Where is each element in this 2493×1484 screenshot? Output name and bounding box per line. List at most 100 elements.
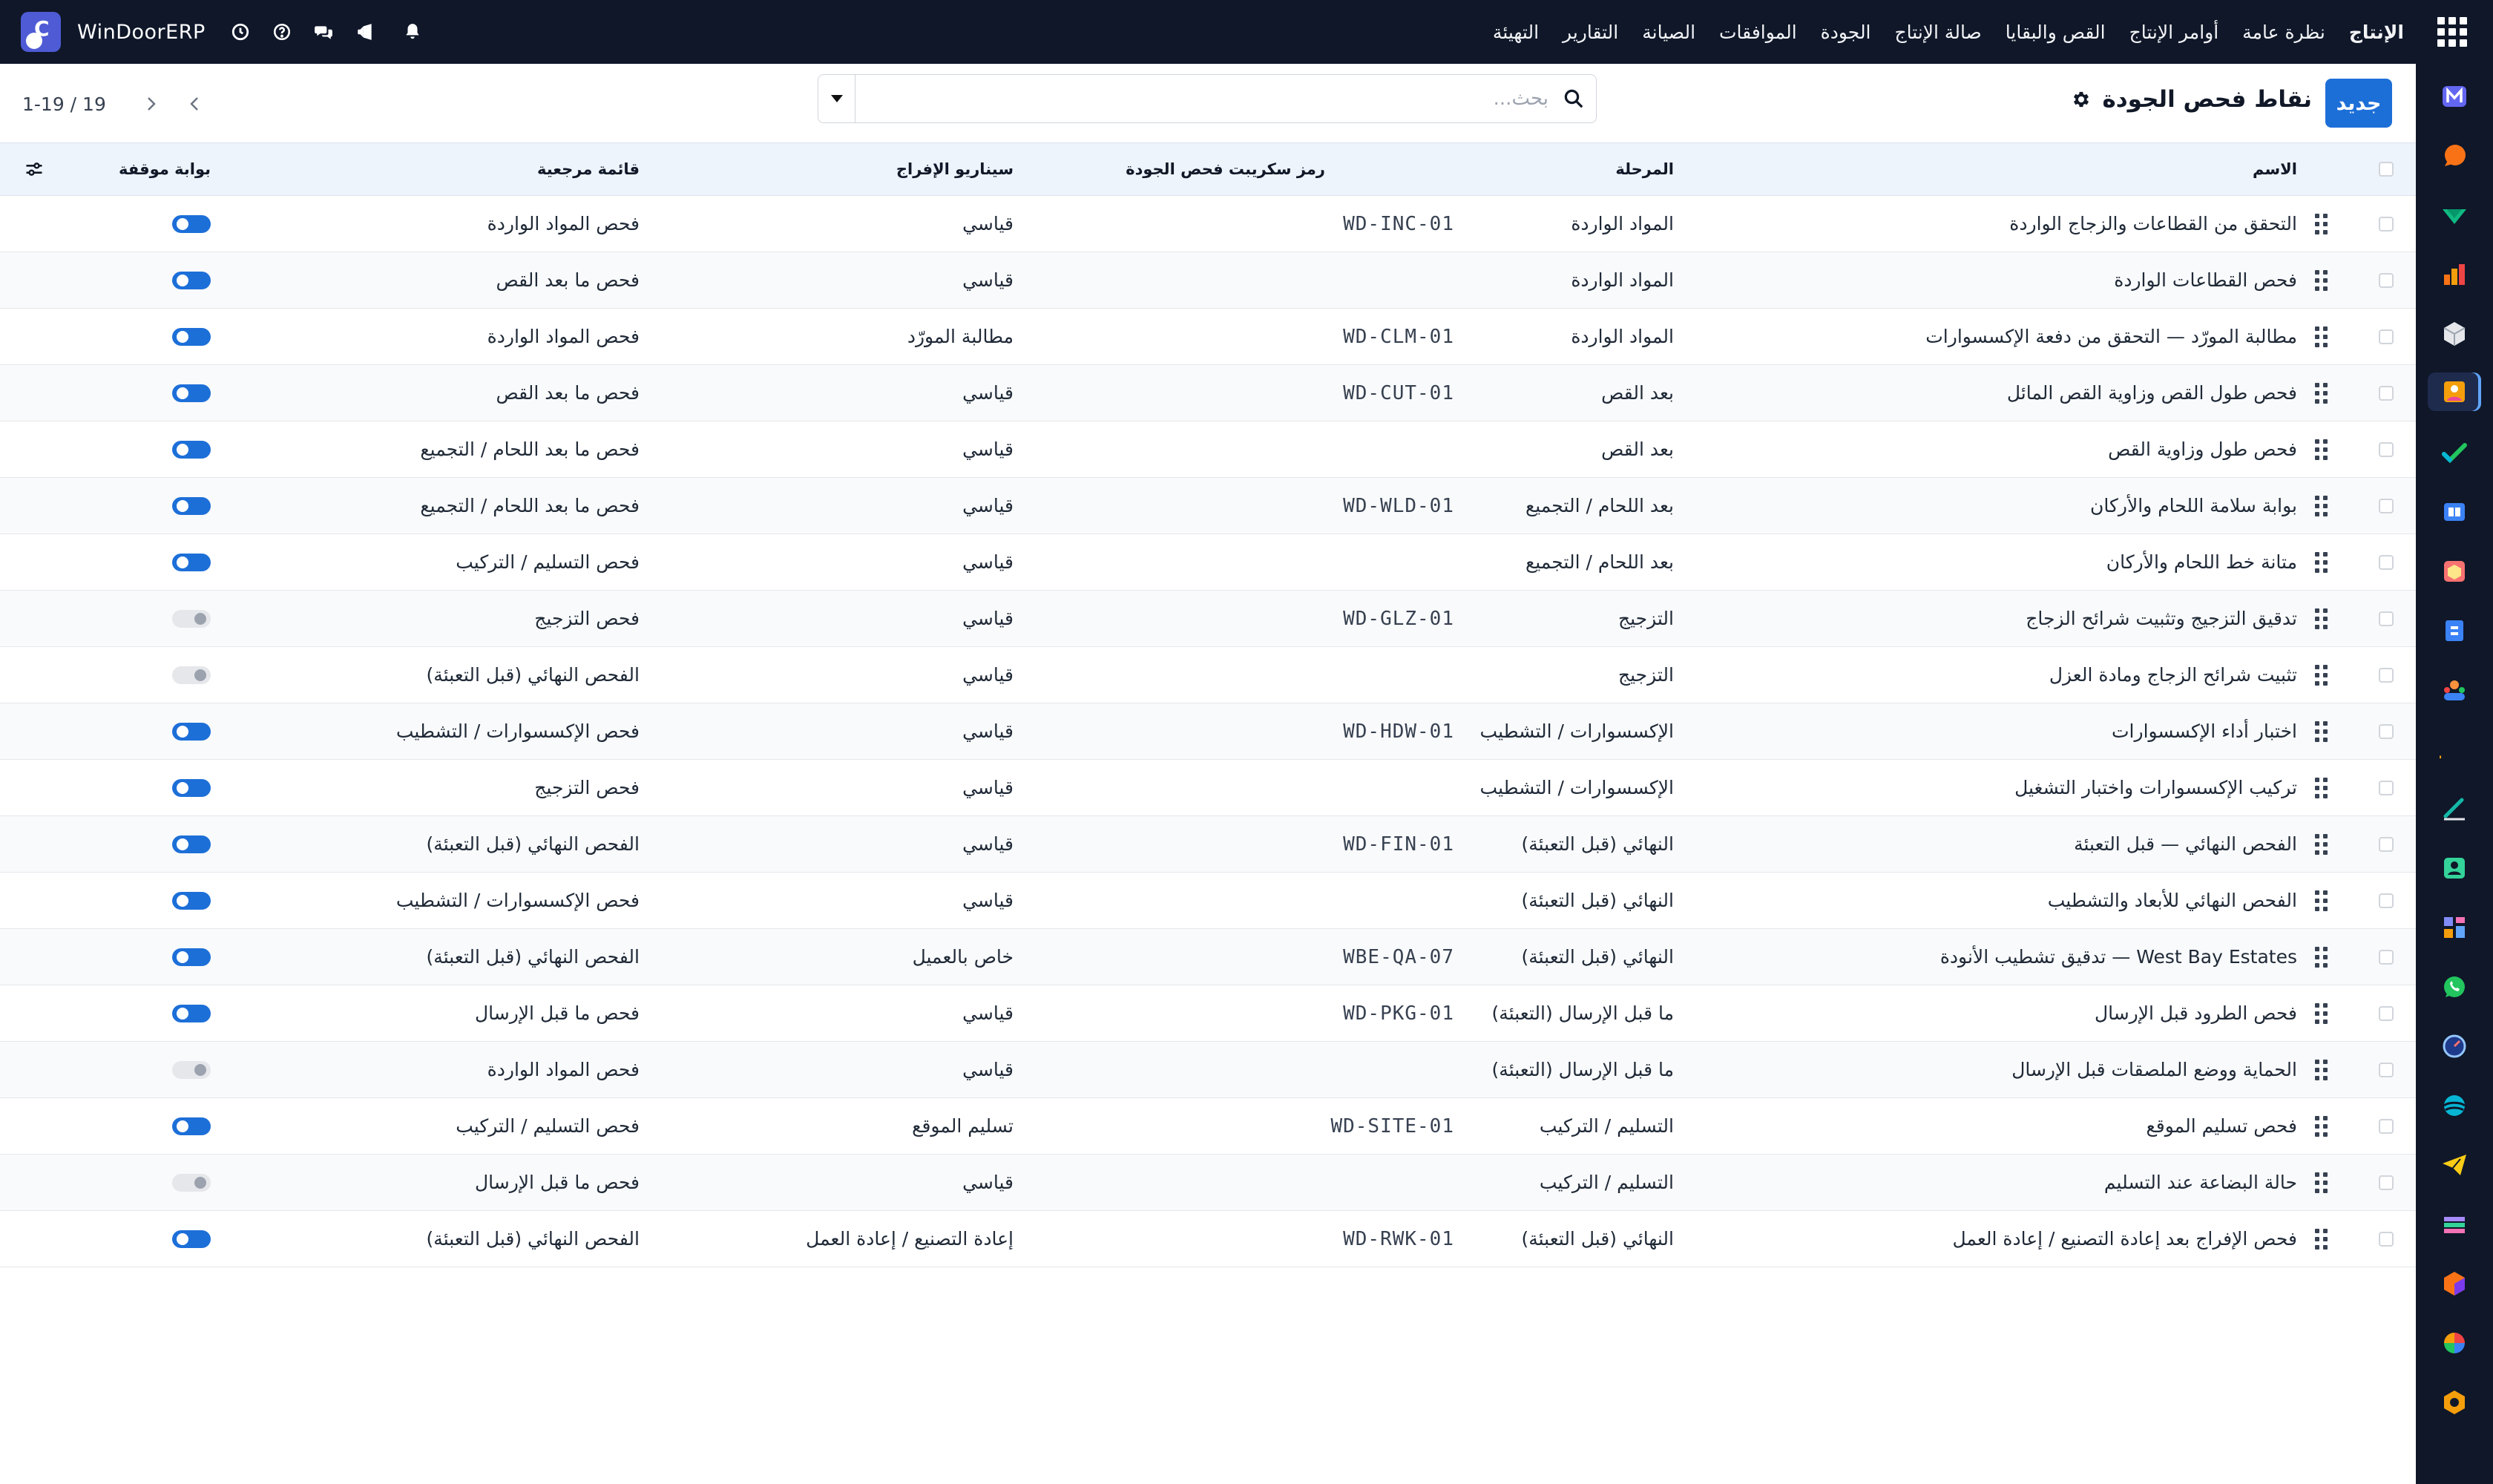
table-row[interactable]: تثبيت شرائح الزجاج ومادة العزل التزجيج ق… (0, 647, 2416, 703)
knowledge-app-icon[interactable] (2435, 493, 2474, 531)
announcement-icon[interactable] (352, 19, 378, 45)
tasks-app-icon[interactable] (2435, 433, 2474, 472)
new-button[interactable]: جديد (2325, 79, 2392, 128)
drag-handle-icon[interactable] (2306, 365, 2336, 421)
gate-toggle[interactable] (172, 384, 211, 402)
row-checkbox[interactable] (2379, 1118, 2394, 1134)
drag-handle-icon[interactable] (2306, 760, 2336, 815)
drag-handle-icon[interactable] (2306, 647, 2336, 703)
quality-app-icon[interactable] (2428, 372, 2481, 411)
gate-toggle[interactable] (172, 441, 211, 459)
search-input[interactable] (855, 75, 1551, 122)
table-row[interactable]: تدقيق التزجيج وتثبيت شرائح الزجاج التزجي… (0, 591, 2416, 647)
drag-handle-icon[interactable] (2306, 1155, 2336, 1210)
mail-app-icon[interactable] (2435, 77, 2474, 116)
drag-handle-icon[interactable] (2306, 985, 2336, 1041)
chat-icon[interactable] (311, 19, 336, 45)
gate-toggle[interactable] (172, 272, 211, 289)
menu-quality[interactable]: الجودة (1809, 22, 1883, 43)
menu-overview[interactable]: نظرة عامة (2230, 22, 2337, 43)
contacts-app-icon[interactable] (2435, 849, 2474, 887)
row-checkbox[interactable] (2379, 1231, 2394, 1247)
row-checkbox[interactable] (2379, 893, 2394, 908)
gate-toggle[interactable] (172, 215, 211, 233)
drag-handle-icon[interactable] (2306, 873, 2336, 928)
menu-approvals[interactable]: الموافقات (1707, 22, 1809, 43)
discuss-app-icon[interactable] (2435, 137, 2474, 175)
gate-toggle[interactable] (172, 1061, 211, 1079)
gate-toggle[interactable] (172, 328, 211, 346)
drag-handle-icon[interactable] (2306, 534, 2336, 590)
crm-app-icon[interactable] (2435, 196, 2474, 234)
table-row[interactable]: فحص طول وزاوية القص بعد القص قياسي فحص م… (0, 421, 2416, 478)
sign-app-icon[interactable] (2435, 789, 2474, 828)
notification-bell-icon[interactable] (400, 19, 425, 45)
row-checkbox[interactable] (2379, 949, 2394, 965)
drag-handle-icon[interactable] (2306, 196, 2336, 252)
gate-toggle[interactable] (172, 779, 211, 797)
header-scenario[interactable]: سيناريو الإفراج (672, 143, 1014, 195)
row-checkbox[interactable] (2379, 385, 2394, 401)
layers-app-icon[interactable] (2435, 1205, 2474, 1244)
telegram-app-icon[interactable] (2435, 1146, 2474, 1184)
row-checkbox[interactable] (2379, 1175, 2394, 1190)
help-icon[interactable] (269, 19, 295, 45)
table-row[interactable]: تركيب الإكسسوارات واختبار التشغيل الإكسس… (0, 760, 2416, 816)
gate-toggle[interactable] (172, 948, 211, 966)
calendar-app-icon[interactable]: 31 (2435, 730, 2474, 769)
row-checkbox[interactable] (2379, 611, 2394, 626)
gate-toggle[interactable] (172, 1174, 211, 1192)
search-icon[interactable] (1551, 75, 1596, 122)
optional-columns-icon[interactable] (18, 143, 50, 195)
row-checkbox[interactable] (2379, 498, 2394, 513)
row-checkbox[interactable] (2379, 780, 2394, 795)
header-stage[interactable]: المرحلة (1303, 143, 1674, 195)
gate-toggle[interactable] (172, 892, 211, 910)
company-name[interactable]: WinDoorERP (77, 21, 206, 44)
inventory-app-icon[interactable] (2435, 315, 2474, 353)
gate-toggle[interactable] (172, 1230, 211, 1248)
gate-toggle[interactable] (172, 835, 211, 853)
menu-production-orders[interactable]: أوامر الإنتاج (2118, 22, 2231, 43)
drag-handle-icon[interactable] (2306, 591, 2336, 646)
gate-toggle[interactable] (172, 554, 211, 571)
drag-handle-icon[interactable] (2306, 929, 2336, 985)
drag-handle-icon[interactable] (2306, 816, 2336, 872)
gate-toggle[interactable] (172, 1117, 211, 1135)
drag-handle-icon[interactable] (2306, 1098, 2336, 1154)
gate-toggle[interactable] (172, 1005, 211, 1022)
table-row[interactable]: الحماية ووضع الملصقات قبل الإرسال ما قبل… (0, 1042, 2416, 1098)
drag-handle-icon[interactable] (2306, 1042, 2336, 1097)
table-row[interactable]: مطالبة المورّد — التحقق من دفعة الإكسسوا… (0, 309, 2416, 365)
row-checkbox[interactable] (2379, 272, 2394, 288)
row-checkbox[interactable] (2379, 1062, 2394, 1077)
gear-icon[interactable] (2071, 89, 2092, 110)
menu-production-floor[interactable]: صالة الإنتاج (1883, 22, 1994, 43)
table-row[interactable]: بوابة سلامة اللحام والأركان بعد اللحام /… (0, 478, 2416, 534)
gate-toggle[interactable] (172, 610, 211, 628)
drag-handle-icon[interactable] (2306, 478, 2336, 533)
timer-app-icon[interactable] (2435, 1027, 2474, 1066)
header-checklist[interactable]: قائمة مرجعية (224, 143, 640, 195)
apps-grid-icon[interactable] (2432, 12, 2472, 52)
menu-configuration[interactable]: التهيئة (1481, 22, 1551, 43)
package-app-icon[interactable] (2435, 552, 2474, 591)
table-row[interactable]: متانة خط اللحام والأركان بعد اللحام / ال… (0, 534, 2416, 591)
gate-toggle[interactable] (172, 666, 211, 684)
table-row[interactable]: حالة البضاعة عند التسليم التسليم / الترك… (0, 1155, 2416, 1211)
table-row[interactable]: الفحص النهائي — قبل التعبئة النهائي (قبل… (0, 816, 2416, 873)
table-row[interactable]: فحص الإفراج بعد إعادة التصنيع / إعادة ال… (0, 1211, 2416, 1267)
menu-maintenance[interactable]: الصيانة (1630, 22, 1707, 43)
search-options-toggle[interactable] (818, 75, 855, 122)
drag-handle-icon[interactable] (2306, 309, 2336, 364)
header-gate[interactable]: بوابة موقفة (33, 143, 211, 195)
menu-cutting-remnants[interactable]: القص والبقايا (1994, 22, 2118, 43)
row-checkbox[interactable] (2379, 216, 2394, 232)
row-checkbox[interactable] (2379, 836, 2394, 852)
company-logo[interactable]: C (21, 12, 61, 52)
header-name[interactable]: الاسم (1629, 143, 2297, 195)
hexagon-app-icon[interactable] (2435, 1383, 2474, 1422)
documents-app-icon[interactable] (2435, 611, 2474, 650)
pager-next-button[interactable] (128, 82, 173, 126)
reports-app-icon[interactable] (2435, 255, 2474, 294)
